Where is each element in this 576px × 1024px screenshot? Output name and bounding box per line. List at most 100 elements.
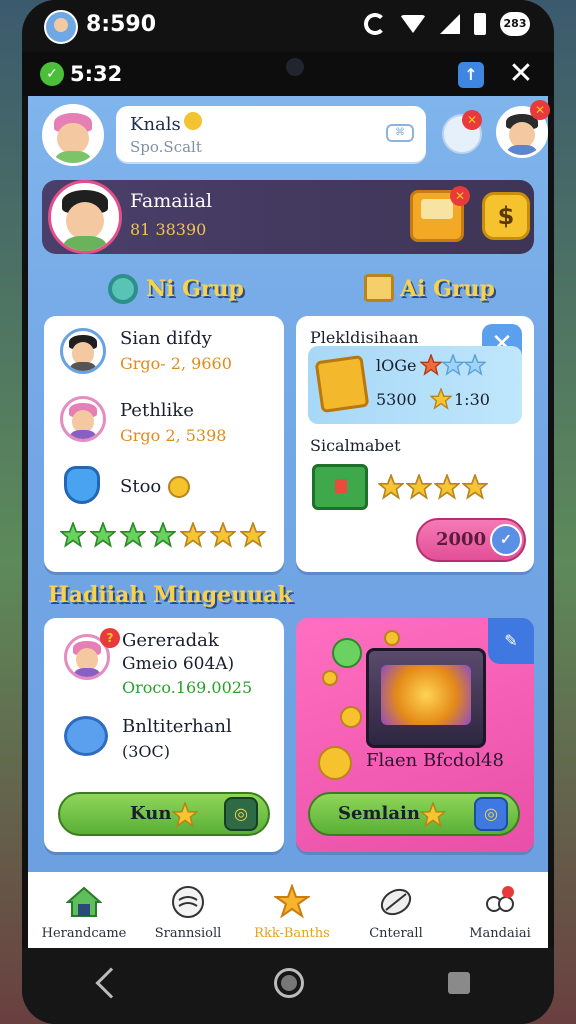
item-star-icon <box>434 474 460 500</box>
claim-reward-value: 2000 <box>436 529 487 550</box>
rating-star-icon <box>120 522 146 548</box>
claim-reward-button[interactable]: 2000 ✓ <box>416 518 526 562</box>
reward-time: 1:30 <box>454 390 490 409</box>
nav-chat-label: Srannsioll <box>154 926 222 941</box>
member-sub-2: Grgo 2, 5398 <box>120 426 227 445</box>
scroll-icon <box>314 354 370 414</box>
coin-large <box>318 746 352 780</box>
member-name-2: Pethlike <box>120 400 194 421</box>
remove-badge-icon[interactable]: ✕ <box>462 110 482 130</box>
strip-star-icon <box>442 354 464 376</box>
coin-small-1 <box>384 630 400 646</box>
reward-name-2: Bnltiterhanl <box>122 716 232 737</box>
nav-central-label: Cnterall <box>369 926 423 941</box>
gift-box-icon <box>64 716 108 756</box>
reward-sub-2: (3OC) <box>122 742 171 761</box>
right-group-title: Ai Grup <box>400 276 495 302</box>
tag-icon: ✎ <box>488 618 534 664</box>
phone-frame: 8:590 283 ✓ 5:32 ↑ ✕ Knals Spo.Scalt ⌘ ✕… <box>22 0 554 1024</box>
status-bar: 8:590 283 <box>22 0 554 52</box>
bottom-navigation: Herandcame Srannsioll Rkk-Banths Cnteral… <box>28 872 548 948</box>
nav-chat[interactable]: Srannsioll <box>136 880 240 946</box>
coin-small-2 <box>322 670 338 686</box>
reward-badge-icon: ? <box>100 628 120 648</box>
member-avatar-1[interactable] <box>60 328 106 374</box>
nav-rank-label: Rkk-Banths <box>254 926 330 941</box>
system-navigation-bar <box>22 948 554 1024</box>
nav-rank[interactable]: Rkk-Banths <box>240 880 344 946</box>
rewards-card: Plekldisihaan ✕ lOGe 5300 1:30 Sicalmabe… <box>296 316 534 572</box>
coin-icon <box>168 476 190 498</box>
user-avatar[interactable] <box>42 104 104 166</box>
nav-home-label: Herandcame <box>41 926 127 941</box>
weekly-rewards-card: ? Gereradak Gmeio 604A) Oroco.169.0025 B… <box>44 618 284 852</box>
reward-sub-1b: Oroco.169.0025 <box>122 678 253 697</box>
star-badge-icon <box>272 883 312 920</box>
nav-friends[interactable]: Mandaiai <box>448 880 552 946</box>
main-screen: Knals Spo.Scalt ⌘ ✕ ✕ Famaiial 81 38390 <box>28 96 550 948</box>
notification-badge: 283 <box>500 12 530 36</box>
back-icon[interactable] <box>95 967 127 999</box>
coin-slot-icon: ◎ <box>474 797 508 831</box>
kun-button[interactable]: Kun ◎ <box>58 792 270 836</box>
search-placeholder: Spo.Scalt <box>130 138 202 156</box>
home-circle-icon[interactable] <box>274 968 304 998</box>
share-button[interactable]: ↑ <box>458 62 484 88</box>
star-icon <box>420 802 446 828</box>
search-name: Knals <box>130 114 181 135</box>
gear-icon <box>108 274 138 304</box>
coin-slot-icon: ◎ <box>224 797 258 831</box>
treasure-label: Flaen Bfcdol48 <box>366 750 504 771</box>
coin-small-3 <box>340 706 362 728</box>
status-icons: 283 <box>364 12 530 36</box>
profile-avatar-icon[interactable] <box>44 10 78 44</box>
nav-friends-label: Mandaiai <box>469 926 531 941</box>
search-field[interactable]: Knals Spo.Scalt ⌘ <box>116 106 426 162</box>
rating-star-icon <box>240 522 266 548</box>
group-members-card: Sian difdy Grgo- 2, 9660 Pethlike Grgo 2… <box>44 316 284 572</box>
coin-button[interactable]: $ <box>482 192 530 240</box>
reward-strip: lOGe 5300 1:30 <box>308 346 522 424</box>
close-button[interactable]: ✕ <box>506 56 536 92</box>
profile-avatar <box>48 180 122 254</box>
strip-star-icon <box>420 354 442 376</box>
semlain-button-label: Semlain <box>338 803 420 824</box>
semlain-button[interactable]: Semlain ◎ <box>308 792 520 836</box>
nav-home[interactable]: Herandcame <box>32 880 136 946</box>
reward-sub-1: Gmeio 604A) <box>122 654 235 674</box>
treasure-chest-icon <box>366 648 486 748</box>
search-row: Knals Spo.Scalt ⌘ ✕ ✕ <box>42 100 550 170</box>
close-badge-icon[interactable]: ✕ <box>530 100 550 120</box>
chat-icon <box>170 884 206 920</box>
rating-star-icon <box>210 522 236 548</box>
app-time: 5:32 <box>70 62 123 86</box>
rating-star-icon <box>180 522 206 548</box>
recent-apps-icon[interactable] <box>448 972 470 994</box>
rating-star-icon <box>90 522 116 548</box>
reward-value: 5300 <box>376 390 417 409</box>
item-star-icon <box>406 474 432 500</box>
nav-central[interactable]: Cnterall <box>344 880 448 946</box>
signal-icon <box>440 14 460 34</box>
home-icon <box>65 884 103 920</box>
treasure-card[interactable]: ✎ Flaen Bfcdol48 Semlain ◎ <box>296 618 534 852</box>
time-star-icon <box>430 388 452 410</box>
rating-star-icon <box>60 522 86 548</box>
battery-icon <box>474 13 486 35</box>
kun-button-label: Kun <box>130 803 172 824</box>
item-star-icon <box>462 474 488 500</box>
rating-star-icon <box>150 522 176 548</box>
sync-icon <box>364 13 386 35</box>
camera-cutout <box>286 58 304 76</box>
green-chest-icon <box>312 464 368 510</box>
spark-icon <box>184 112 202 130</box>
member-sub-1: Grgo- 2, 9660 <box>120 354 232 373</box>
chest-badge-icon: ✕ <box>450 186 470 206</box>
leaf-icon <box>378 884 414 920</box>
profile-card[interactable]: Famaiial 81 38390 ✕ $ <box>42 180 534 254</box>
rewards-card-title: Plekldisihaan <box>310 328 419 347</box>
member-avatar-2[interactable] <box>60 396 106 442</box>
box-icon <box>364 274 394 302</box>
keyboard-icon[interactable]: ⌘ <box>386 124 414 142</box>
reward-name-1: Gereradak <box>122 630 219 651</box>
